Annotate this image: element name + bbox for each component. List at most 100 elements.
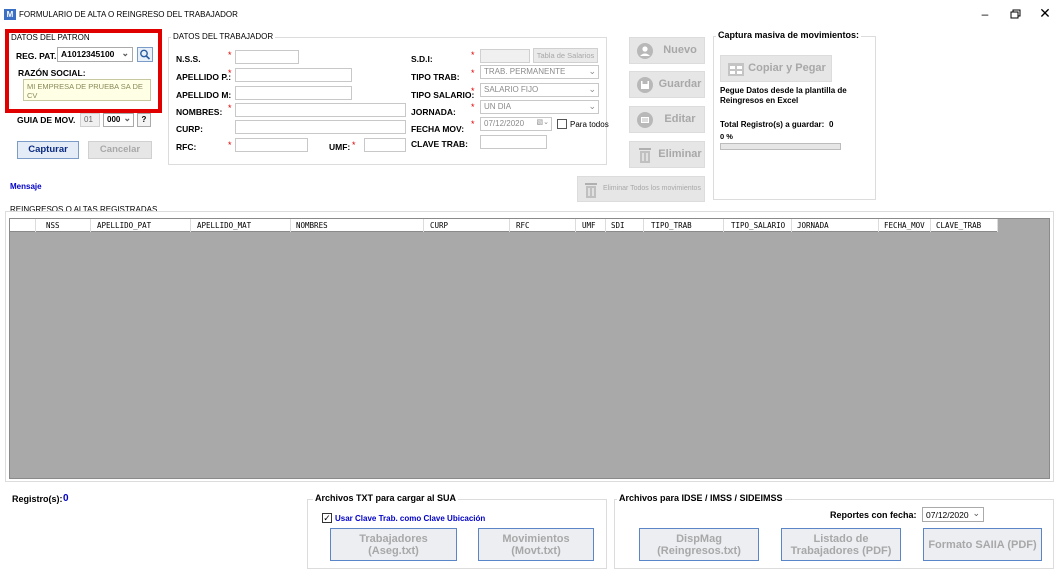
- razon-social-field[interactable]: MI EMPRESA DE PRUEBA SA DE CV: [23, 79, 151, 101]
- reg-pat-select[interactable]: A1012345100 ⌄: [57, 47, 133, 62]
- trabajadores-button[interactable]: Trabajadores (Aseg.txt): [330, 528, 457, 561]
- tipo-salario-select[interactable]: SALARIO FIJO ⌄: [480, 83, 599, 97]
- fecha-mov-value: 07/12/2020: [484, 119, 525, 128]
- column-header-clave-trab[interactable]: CLAVE_TRAB: [931, 219, 998, 232]
- registros-count: 0: [63, 493, 69, 504]
- eliminar-label: Eliminar: [658, 148, 702, 161]
- rfc-input[interactable]: [235, 138, 308, 152]
- reg-pat-value: A1012345100: [61, 49, 115, 59]
- records-grid[interactable]: NSS APELLIDO_PAT APELLIDO_MAT NOMBRES CU…: [9, 218, 1050, 479]
- copiar-pegar-button[interactable]: Copiar y Pegar: [720, 55, 832, 82]
- tipo-trab-value: TRAB. PERMANENTE: [484, 67, 566, 76]
- column-header-apellido-mat[interactable]: APELLIDO_MAT: [191, 219, 291, 232]
- usar-clave-checkbox[interactable]: ✓: [322, 513, 332, 523]
- trash-icon: [639, 148, 651, 163]
- nombres-input[interactable]: [235, 103, 406, 117]
- apellido-m-input[interactable]: [235, 86, 352, 100]
- tipo-trab-select[interactable]: TRAB. PERMANENTE ⌄: [480, 65, 599, 79]
- fecha-mov-picker[interactable]: 07/12/2020 ▧⌄: [480, 117, 552, 131]
- nombres-label: NOMBRES:: [176, 107, 223, 117]
- curp-label: CURP:: [176, 124, 203, 134]
- guia-mov-label: GUIA DE MOV.: [17, 115, 76, 125]
- column-header-sdi[interactable]: SDI: [606, 219, 644, 232]
- window-title: FORMULARIO DE ALTA O REINGRESO DEL TRABA…: [19, 10, 238, 19]
- apellido-p-label: APELLIDO P.:: [176, 72, 232, 82]
- nss-input[interactable]: [235, 50, 299, 64]
- search-icon: [140, 49, 151, 60]
- chevron-down-icon: ⌄: [588, 101, 596, 111]
- nss-required: *: [228, 50, 232, 60]
- column-header-nombres[interactable]: NOMBRES: [291, 219, 424, 232]
- trabajador-group-title: DATOS DEL TRABAJADOR: [171, 32, 276, 41]
- column-header-jornada[interactable]: JORNADA: [792, 219, 879, 232]
- column-header-curp[interactable]: CURP: [424, 219, 510, 232]
- total-registros-value: 0: [829, 120, 834, 129]
- formato-saiia-button[interactable]: Formato SAIIA (PDF): [923, 528, 1042, 561]
- close-icon[interactable]: ✕: [1038, 6, 1052, 20]
- progress-bar: [720, 143, 841, 150]
- umf-label: UMF:: [329, 142, 351, 152]
- guia-mov-select[interactable]: 000 ⌄: [103, 113, 134, 127]
- column-header-tipo-trab[interactable]: TIPO_TRAB: [644, 219, 724, 232]
- sdi-required: *: [471, 50, 475, 60]
- column-header-umf[interactable]: UMF: [576, 219, 606, 232]
- sdi-input[interactable]: [480, 49, 530, 63]
- rfc-required: *: [228, 140, 232, 150]
- tipo-salario-required: *: [471, 86, 475, 96]
- title-bar: M FORMULARIO DE ALTA O REINGRESO DEL TRA…: [0, 0, 1064, 28]
- umf-input[interactable]: [364, 138, 406, 152]
- rfc-label: RFC:: [176, 142, 197, 152]
- eliminar-button[interactable]: Eliminar: [629, 141, 705, 168]
- jornada-select[interactable]: UN DIA ⌄: [480, 100, 599, 114]
- nuevo-button[interactable]: Nuevo: [629, 37, 705, 64]
- guardar-button[interactable]: Guardar: [629, 71, 705, 98]
- patron-group-title: DATOS DEL PATRON: [11, 33, 90, 42]
- help-button[interactable]: ?: [137, 113, 151, 127]
- nuevo-label: Nuevo: [663, 44, 697, 57]
- apellido-p-input[interactable]: [235, 68, 352, 82]
- editar-button[interactable]: Editar: [629, 106, 705, 133]
- guardar-label: Guardar: [658, 78, 702, 91]
- column-header-fecha-mov[interactable]: FECHA_MOV: [879, 219, 931, 232]
- capturar-button[interactable]: Capturar: [17, 141, 79, 159]
- restore-icon[interactable]: [1008, 8, 1022, 20]
- row-header-cell: [10, 219, 36, 232]
- copiar-pegar-label: Copiar y Pegar: [748, 62, 826, 75]
- column-header-tipo-salario[interactable]: TIPO_SALARIO: [724, 219, 792, 232]
- nss-label: N.S.S.: [176, 54, 201, 64]
- chevron-down-icon: ⌄: [588, 66, 596, 76]
- cancelar-button[interactable]: Cancelar: [88, 141, 152, 159]
- column-header-apellido-pat[interactable]: APELLIDO_PAT: [91, 219, 191, 232]
- dispmag-button[interactable]: DispMag (Reingresos.txt): [639, 528, 759, 561]
- reportes-label: Reportes con fecha:: [830, 510, 917, 520]
- minimize-icon[interactable]: –: [978, 8, 992, 20]
- movimientos-button[interactable]: Movimientos (Movt.txt): [478, 528, 594, 561]
- sdi-label: S.D.I:: [411, 54, 433, 64]
- clave-trab-input[interactable]: [480, 135, 547, 149]
- nombres-required: *: [228, 103, 232, 113]
- tabla-salarios-button[interactable]: Tabla de Salarios: [533, 48, 598, 63]
- reportes-date-picker[interactable]: 07/12/2020 ⌄: [922, 507, 984, 522]
- formato-saiia-label: Formato SAIIA (PDF): [928, 538, 1037, 551]
- umf-required: *: [352, 140, 356, 150]
- column-header-nss[interactable]: NSS: [36, 219, 91, 232]
- jornada-value: UN DIA: [484, 102, 512, 111]
- eliminar-todos-button[interactable]: Eliminar Todos los movimientos: [577, 176, 705, 202]
- idse-title: Archivos para IDSE / IMSS / SIDEIMSS: [617, 493, 785, 503]
- jornada-label: JORNADA:: [411, 107, 456, 117]
- listado-button[interactable]: Listado de Trabajadores (PDF): [781, 528, 901, 561]
- curp-input[interactable]: [235, 120, 406, 134]
- captura-title: Captura masiva de movimientos:: [716, 30, 862, 40]
- clave-trab-label: CLAVE TRAB:: [411, 139, 468, 149]
- edit-icon: [637, 112, 653, 128]
- column-header-rfc[interactable]: RFC: [510, 219, 576, 232]
- save-icon: [637, 77, 653, 93]
- search-button[interactable]: [137, 47, 153, 62]
- tipo-trab-required: *: [471, 68, 475, 78]
- guia-mov-field[interactable]: 01: [80, 113, 100, 127]
- fecha-mov-required: *: [471, 119, 475, 129]
- apellido-p-required: *: [228, 68, 232, 78]
- para-todos-checkbox[interactable]: [557, 119, 567, 129]
- chevron-down-icon: ⌄: [588, 84, 596, 94]
- captura-instruction: Pegue Datos desde la plantilla de Reingr…: [720, 86, 847, 105]
